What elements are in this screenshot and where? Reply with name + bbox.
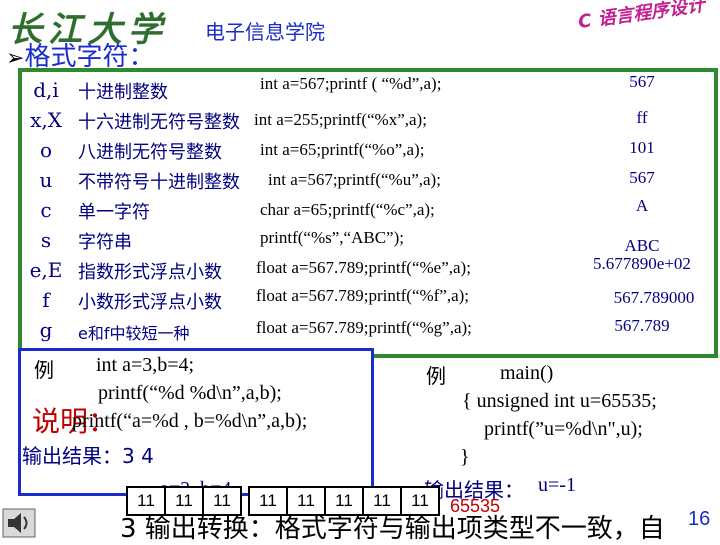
format-code: int a=65;printf(“%o”,a); (260, 140, 425, 159)
format-result: 567 (629, 72, 655, 91)
table-row: s 字符串 printf(“%s”,“ABC”); ABC (22, 228, 712, 256)
format-char: c (40, 198, 52, 222)
format-code: char a=65;printf(“%c”,a); (260, 200, 435, 219)
table-row: x,X 十六进制无符号整数 int a=255;printf(“%x”,a); … (22, 108, 712, 136)
example-left-output: 输出结果：3 4 (22, 444, 154, 468)
format-char: o (39, 138, 53, 162)
example-right-label: 例 (426, 366, 446, 388)
speaker-icon (2, 508, 36, 538)
table-row: c 单一字符 char a=65;printf(“%c”,a); A (22, 196, 712, 226)
table-row: o 八进制无符号整数 int a=65;printf(“%o”,a); 101 (22, 138, 712, 166)
example-left-label: 例 (34, 360, 54, 382)
bottom-text: 3 输出转换：格式字符与输出项类型不一致，自 (120, 514, 665, 544)
format-char: s (40, 228, 52, 252)
format-char: d,i (33, 78, 59, 102)
format-desc: e和f中较短一种 (78, 324, 190, 343)
format-result: ABC (624, 236, 660, 255)
college-name: 电子信息学院 (205, 20, 325, 44)
format-result: 567.789000 (613, 288, 695, 307)
format-desc: 字符串 (78, 232, 132, 253)
format-result: A (635, 196, 649, 215)
format-char: x,X (30, 108, 62, 132)
format-desc: 小数形式浮点小数 (78, 292, 222, 313)
table-row: f 小数形式浮点小数 float a=567.789;printf(“%f”,a… (22, 286, 712, 316)
format-code: printf(“%s”,“ABC”); (260, 228, 404, 247)
format-char: g (39, 318, 53, 342)
example-right-line: { unsigned int u=65535; (462, 390, 657, 412)
format-desc: 指数形式浮点小数 (78, 262, 222, 283)
format-code: int a=567;printf(“%u”,a); (268, 170, 441, 189)
format-result: 567.789 (614, 316, 670, 335)
format-result: ff (636, 108, 648, 127)
format-char: f (42, 288, 50, 312)
table-row: g e和f中较短一种 float a=567.789;printf(“%g”,a… (22, 316, 712, 346)
example-left-line: int a=3,b=4; (96, 354, 195, 376)
example-left-line: printf(“a=%d , b=%d\n”,a,b); (72, 410, 308, 432)
format-result: 567 (629, 168, 655, 187)
example-right-line: main() (500, 362, 554, 384)
format-desc: 八进制无符号整数 (78, 142, 222, 163)
course-title: C 语言程序设计 (576, 0, 707, 34)
format-code: float a=567.789;printf(“%f”,a); (256, 286, 470, 305)
format-code: float a=567.789;printf(“%g”,a); (256, 318, 472, 337)
format-char: u (39, 168, 53, 192)
table-row: d,i 十进制整数 int a=567;printf ( “%d”,a); 56… (22, 72, 712, 106)
format-result: 5.677890e+02 (593, 254, 691, 273)
example-right-line: } (460, 446, 470, 468)
format-char: e,E (29, 258, 63, 282)
format-desc: 不带符号十进制整数 (78, 172, 240, 193)
page-number: 16 (688, 508, 711, 530)
format-desc: 单一字符 (78, 202, 150, 223)
format-desc: 十六进制无符号整数 (78, 112, 240, 133)
format-code: int a=567;printf ( “%d”,a); (260, 74, 442, 93)
format-desc: 十进制整数 (78, 82, 168, 103)
example-right-line: printf(”u=%d\n",u); (484, 418, 643, 440)
format-code: float a=567.789;printf(“%e”,a); (256, 258, 471, 277)
table-row: e,E 指数形式浮点小数 float a=567.789;printf(“%e”… (22, 254, 712, 286)
example-left-line: printf(“%d %d\n”,a,b); (98, 382, 282, 404)
example-right-output-value: u=-1 (538, 474, 576, 496)
table-row: u 不带符号十进制整数 int a=567;printf(“%u”,a); 56… (22, 168, 712, 196)
format-code: int a=255;printf(“%x”,a); (254, 110, 427, 129)
format-result: 101 (629, 138, 655, 157)
